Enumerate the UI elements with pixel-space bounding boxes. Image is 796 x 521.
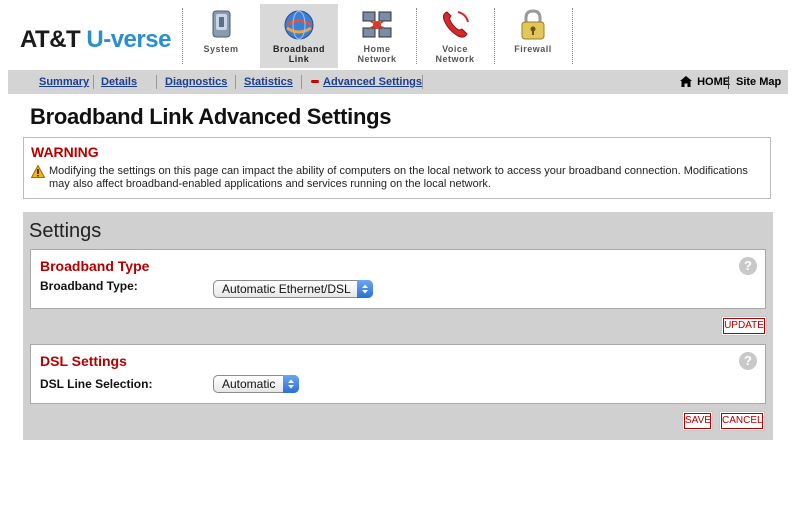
- home-link-label: HOME: [697, 76, 731, 88]
- warning-title: WARNING: [31, 144, 99, 160]
- nav-tab-system[interactable]: System: [182, 4, 260, 68]
- subnav-diagnostics[interactable]: Diagnostics: [165, 76, 227, 88]
- nav-label-network: Network: [357, 54, 397, 64]
- nav-tab-broadband-link[interactable]: Broadband Link: [260, 4, 338, 68]
- nav-label-firewall: Firewall: [514, 44, 552, 54]
- settings-panel: Settings Broadband Type ? Broadband Type…: [23, 212, 773, 440]
- subnav-summary[interactable]: Summary: [39, 76, 89, 88]
- dsl-line-selection-select[interactable]: Automatic: [213, 375, 299, 393]
- subnav-divider: [235, 75, 236, 89]
- broadband-globe-icon: [282, 8, 316, 42]
- nav-tab-home-network[interactable]: Home Network: [338, 4, 416, 68]
- dsl-line-selection-label: DSL Line Selection:: [40, 377, 153, 391]
- att-uverse-logo[interactable]: AT&T U-verse: [20, 26, 171, 54]
- home-network-icon: [360, 8, 394, 42]
- logo-uverse: U-verse: [86, 26, 171, 53]
- page-title: Broadband Link Advanced Settings: [30, 104, 392, 129]
- warning-triangle-icon: [30, 164, 46, 183]
- logo-att: AT&T: [20, 26, 81, 53]
- site-map-link[interactable]: Site Map: [736, 76, 781, 88]
- dsl-settings-heading: DSL Settings: [40, 353, 127, 369]
- nav-label-voice: Voice: [442, 44, 468, 54]
- select-arrows-icon: [357, 280, 373, 298]
- broadband-type-heading: Broadband Type: [40, 258, 150, 274]
- update-button[interactable]: UPDATE: [722, 317, 766, 335]
- help-icon[interactable]: ?: [739, 257, 757, 275]
- help-icon[interactable]: ?: [739, 352, 757, 370]
- cancel-button[interactable]: CANCEL: [720, 412, 764, 430]
- subnav-divider: [728, 76, 729, 89]
- broadband-type-value: Automatic Ethernet/DSL: [222, 282, 351, 296]
- padlock-icon: [516, 8, 550, 42]
- save-button[interactable]: SAVE: [683, 412, 712, 430]
- nav-label-voice-network: Network: [435, 54, 475, 64]
- subnav-statistics[interactable]: Statistics: [244, 76, 293, 88]
- nav-label-home: Home: [363, 44, 391, 54]
- home-link[interactable]: HOME: [680, 76, 730, 88]
- broadband-type-section: Broadband Type ? Broadband Type: Automat…: [30, 249, 766, 309]
- sub-navigation-bar: Summary Details Diagnostics Statistics A…: [8, 70, 788, 94]
- subnav-divider: [301, 75, 302, 89]
- nav-label-link: Link: [288, 54, 310, 64]
- home-icon: [680, 76, 697, 88]
- nav-divider: [572, 8, 573, 64]
- active-indicator-icon: [311, 80, 319, 83]
- settings-heading: Settings: [29, 220, 102, 242]
- subnav-divider: [156, 75, 157, 89]
- subnav-divider: [93, 75, 94, 89]
- warning-message: Modifying the settings on this page can …: [49, 165, 748, 190]
- subnav-advanced-settings[interactable]: Advanced Settings: [323, 76, 422, 88]
- voice-phone-icon: [438, 8, 472, 42]
- warning-box: WARNING Modifying the settings on this p…: [23, 137, 771, 199]
- select-arrows-icon: [283, 375, 299, 393]
- header: AT&T U-verse System Broadband Link Home …: [0, 0, 796, 68]
- subnav-details[interactable]: Details: [101, 76, 137, 88]
- nav-label-system: System: [203, 44, 239, 54]
- nav-label-broadband: Broadband: [272, 44, 325, 54]
- broadband-type-label: Broadband Type:: [40, 279, 138, 293]
- broadband-type-select[interactable]: Automatic Ethernet/DSL: [213, 280, 373, 298]
- dsl-line-selection-value: Automatic: [222, 377, 276, 391]
- nav-tab-voice-network[interactable]: Voice Network: [416, 4, 494, 68]
- system-icon: [204, 8, 238, 42]
- subnav-divider: [422, 75, 423, 89]
- dsl-settings-section: DSL Settings ? DSL Line Selection: Autom…: [30, 344, 766, 404]
- nav-tab-firewall[interactable]: Firewall: [494, 4, 572, 68]
